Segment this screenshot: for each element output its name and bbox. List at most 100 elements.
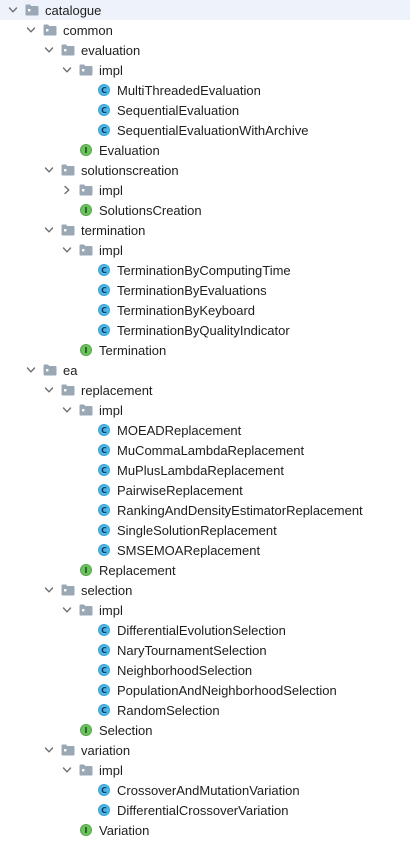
chevron-down-icon[interactable]: [42, 583, 56, 597]
tree-class-row[interactable]: C DifferentialEvolutionSelection: [0, 620, 410, 640]
class-badge: C: [98, 624, 110, 636]
tree-folder-row[interactable]: impl: [0, 60, 410, 80]
tree-folder-row[interactable]: common: [0, 20, 410, 40]
tree-interface-row[interactable]: I Variation: [0, 820, 410, 840]
chevron-down-icon[interactable]: [60, 403, 74, 417]
interface-badge: I: [80, 564, 92, 576]
tree-class-row[interactable]: C SequentialEvaluationWithArchive: [0, 120, 410, 140]
tree-folder-row[interactable]: catalogue: [0, 0, 410, 20]
tree-item-label: SMSEMOAReplacement: [117, 542, 261, 558]
tree-class-row[interactable]: C DifferentialCrossoverVariation: [0, 800, 410, 820]
tree-folder-row[interactable]: variation: [0, 740, 410, 760]
tree-class-row[interactable]: C RankingAndDensityEstimatorReplacement: [0, 500, 410, 520]
chevron-down-icon[interactable]: [24, 23, 38, 37]
tree-class-row[interactable]: C MuCommaLambdaReplacement: [0, 440, 410, 460]
tree-folder-row[interactable]: ea: [0, 360, 410, 380]
chevron-down-icon[interactable]: [60, 63, 74, 77]
tree-class-row[interactable]: C TerminationByQualityIndicator: [0, 320, 410, 340]
tree-interface-row[interactable]: I Termination: [0, 340, 410, 360]
tree-class-row[interactable]: C NeighborhoodSelection: [0, 660, 410, 680]
class-icon: C: [96, 642, 112, 658]
class-badge: C: [98, 664, 110, 676]
chevron-down-icon[interactable]: [42, 383, 56, 397]
tree-item-label: MuCommaLambdaReplacement: [117, 442, 305, 458]
chevron-down-icon[interactable]: [24, 363, 38, 377]
tree-folder-row[interactable]: solutionscreation: [0, 160, 410, 180]
tree-class-row[interactable]: C SingleSolutionReplacement: [0, 520, 410, 540]
folder-icon: [78, 402, 94, 418]
folder-icon: [60, 742, 76, 758]
tree-item-label: SingleSolutionReplacement: [117, 522, 277, 538]
tree-interface-row[interactable]: I SolutionsCreation: [0, 200, 410, 220]
tree-class-row[interactable]: C PopulationAndNeighborhoodSelection: [0, 680, 410, 700]
chevron-down-icon[interactable]: [42, 43, 56, 57]
tree-class-row[interactable]: C PairwiseReplacement: [0, 480, 410, 500]
tree-folder-row[interactable]: impl: [0, 400, 410, 420]
tree-folder-row[interactable]: impl: [0, 760, 410, 780]
tree-class-row[interactable]: C SequentialEvaluation: [0, 100, 410, 120]
tree-class-row[interactable]: C CrossoverAndMutationVariation: [0, 780, 410, 800]
tree-item-label: NaryTournamentSelection: [117, 642, 267, 658]
tree-folder-row[interactable]: impl: [0, 180, 410, 200]
class-icon: C: [96, 422, 112, 438]
tree-item-label: Variation: [99, 822, 150, 838]
chevron-down-icon[interactable]: [42, 223, 56, 237]
chevron-down-icon[interactable]: [42, 743, 56, 757]
tree-item-label: termination: [81, 222, 146, 238]
tree-interface-row[interactable]: I Evaluation: [0, 140, 410, 160]
tree-class-row[interactable]: C TerminationByKeyboard: [0, 300, 410, 320]
chevron-down-icon[interactable]: [42, 163, 56, 177]
class-icon: C: [96, 782, 112, 798]
tree-interface-row[interactable]: I Replacement: [0, 560, 410, 580]
tree-item-label: RankingAndDensityEstimatorReplacement: [117, 502, 363, 518]
class-badge: C: [98, 104, 110, 116]
tree-folder-row[interactable]: selection: [0, 580, 410, 600]
tree-folder-row[interactable]: termination: [0, 220, 410, 240]
tree-item-label: impl: [99, 182, 123, 198]
tree-folder-row[interactable]: replacement: [0, 380, 410, 400]
chevron-right-icon[interactable]: [60, 183, 74, 197]
interface-icon: I: [78, 342, 94, 358]
tree-class-row[interactable]: C TerminationByEvaluations: [0, 280, 410, 300]
tree-item-label: impl: [99, 762, 123, 778]
tree-folder-row[interactable]: evaluation: [0, 40, 410, 60]
chevron-down-icon[interactable]: [60, 243, 74, 257]
tree-item-label: DifferentialEvolutionSelection: [117, 622, 286, 638]
class-badge: C: [98, 324, 110, 336]
tree-item-label: variation: [81, 742, 131, 758]
folder-icon: [42, 22, 58, 38]
class-badge: C: [98, 804, 110, 816]
tree-item-label: selection: [81, 582, 133, 598]
interface-badge: I: [80, 344, 92, 356]
tree-class-row[interactable]: C MuPlusLambdaReplacement: [0, 460, 410, 480]
folder-icon: [78, 242, 94, 258]
tree-class-row[interactable]: C NaryTournamentSelection: [0, 640, 410, 660]
class-badge: C: [98, 784, 110, 796]
tree-class-row[interactable]: C MOEADReplacement: [0, 420, 410, 440]
class-badge: C: [98, 424, 110, 436]
tree-folder-row[interactable]: impl: [0, 240, 410, 260]
tree-class-row[interactable]: C SMSEMOAReplacement: [0, 540, 410, 560]
class-icon: C: [96, 522, 112, 538]
chevron-down-icon[interactable]: [60, 763, 74, 777]
tree-folder-row[interactable]: impl: [0, 600, 410, 620]
tree-class-row[interactable]: C TerminationByComputingTime: [0, 260, 410, 280]
tree-interface-row[interactable]: I Selection: [0, 720, 410, 740]
tree-item-label: Replacement: [99, 562, 176, 578]
tree-class-row[interactable]: C MultiThreadedEvaluation: [0, 80, 410, 100]
class-icon: C: [96, 102, 112, 118]
tree-item-label: TerminationByKeyboard: [117, 302, 256, 318]
class-badge: C: [98, 304, 110, 316]
tree-item-label: Evaluation: [99, 142, 160, 158]
project-tree: catalogue common evaluation impl C MultiThrea…: [0, 0, 410, 842]
tree-class-row[interactable]: C RandomSelection: [0, 700, 410, 720]
class-badge: C: [98, 444, 110, 456]
interface-icon: I: [78, 142, 94, 158]
chevron-down-icon[interactable]: [6, 3, 20, 17]
class-badge: C: [98, 644, 110, 656]
class-icon: C: [96, 702, 112, 718]
folder-icon: [60, 222, 76, 238]
folder-icon: [42, 362, 58, 378]
class-icon: C: [96, 262, 112, 278]
chevron-down-icon[interactable]: [60, 603, 74, 617]
